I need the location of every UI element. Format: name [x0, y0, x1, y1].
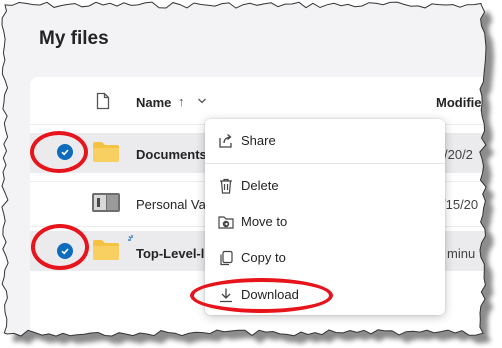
- screenshot-stage: My files Name ↑ Modifie Documents /20/2: [0, 0, 502, 348]
- torn-edge-frame: [1, 1, 487, 337]
